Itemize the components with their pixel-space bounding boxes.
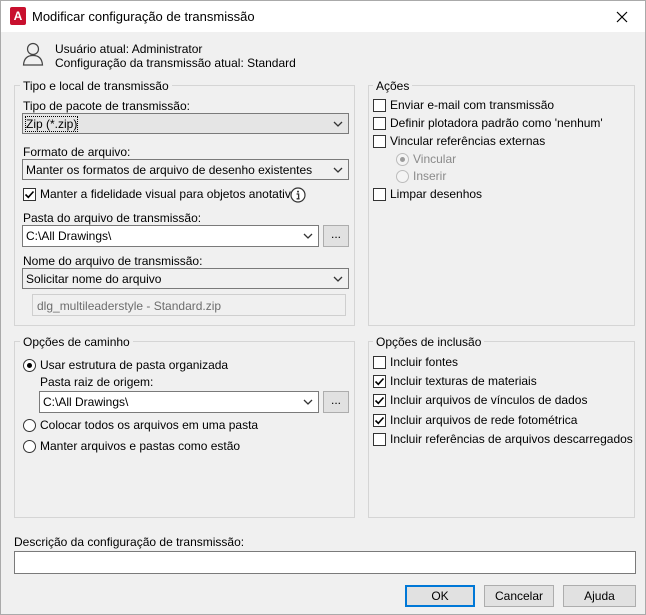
email-checkbox[interactable]: Enviar e-mail com transmissão: [373, 98, 554, 112]
checkbox-box: [373, 98, 386, 112]
bind-xrefs-checkbox[interactable]: Vincular referências externas: [373, 134, 545, 148]
checkbox-box: [373, 116, 386, 130]
include-unloaded-refs-checkbox[interactable]: Incluir referências de arquivos descarre…: [373, 432, 633, 446]
checkbox-box: [373, 355, 386, 369]
checkbox-box: [373, 187, 386, 201]
include-photometric-web-label: Incluir arquivos de rede fotométrica: [390, 413, 578, 427]
checkbox-box: [373, 432, 386, 446]
bind-xrefs-label: Vincular referências externas: [390, 134, 546, 148]
cancel-button[interactable]: Cancelar: [484, 585, 554, 607]
file-format-dropdown[interactable]: Manter os formatos de arquivo de desenho…: [22, 159, 349, 180]
browse-folder-button[interactable]: ...: [323, 225, 349, 247]
keep-as-is-radio[interactable]: Manter arquivos e pastas como estão: [23, 439, 240, 453]
include-material-textures-checkbox[interactable]: Incluir texturas de materiais: [373, 374, 537, 388]
user-icon: [22, 42, 44, 66]
dialog-title: Modificar configuração de transmissão: [32, 9, 255, 24]
actions-group-title: Ações: [373, 79, 413, 93]
transmittal-setup-dialog: A Modificar configuração de transmissão …: [0, 0, 646, 615]
purge-drawings-checkbox[interactable]: Limpar desenhos: [373, 187, 482, 201]
keep-as-is-label: Manter arquivos e pastas como estão: [40, 439, 241, 453]
insert-radio-label: Inserir: [413, 169, 447, 183]
chevron-down-icon: [333, 121, 343, 127]
checkbox-box: [373, 393, 386, 407]
include-unloaded-refs-label: Incluir referências de arquivos descarre…: [390, 432, 633, 446]
checkbox-box: [373, 374, 386, 388]
include-data-links-label: Incluir arquivos de vínculos de dados: [390, 393, 588, 407]
radio-dot: [396, 152, 409, 166]
include-options-group-title: Opções de inclusão: [373, 335, 485, 349]
insert-radio[interactable]: Inserir: [396, 169, 446, 183]
visual-fidelity-checkbox[interactable]: Manter a fidelidade visual para objetos …: [23, 187, 304, 201]
description-input[interactable]: [14, 551, 636, 574]
bind-radio[interactable]: Vincular: [396, 152, 456, 166]
transmittal-filename-value: Solicitar nome do arquivo: [26, 272, 162, 286]
close-icon: [616, 11, 628, 22]
checkbox-box: [373, 413, 386, 427]
browse-source-root-button[interactable]: ...: [323, 391, 349, 413]
path-options-group-title: Opções de caminho: [20, 335, 133, 349]
radio-dot: [396, 169, 409, 183]
include-photometric-web-checkbox[interactable]: Incluir arquivos de rede fotométrica: [373, 413, 577, 427]
radio-dot: [23, 418, 36, 432]
default-plotter-checkbox[interactable]: Definir plotadora padrão como 'nenhum': [373, 116, 603, 130]
bind-radio-label: Vincular: [413, 152, 457, 166]
transmittal-filename-dropdown[interactable]: Solicitar nome do arquivo: [22, 268, 349, 289]
visual-fidelity-label: Manter a fidelidade visual para objetos …: [40, 187, 304, 201]
checkbox-box: [23, 187, 36, 201]
checkmark-icon: [374, 377, 385, 385]
package-type-value: Zip (*.zip): [24, 116, 79, 132]
chevron-down-icon: [303, 233, 313, 239]
ok-button[interactable]: OK: [405, 585, 475, 607]
radio-dot: [23, 439, 36, 453]
source-root-value: C:\All Drawings\: [43, 395, 129, 409]
email-label: Enviar e-mail com transmissão: [390, 98, 555, 112]
checkmark-icon: [374, 396, 385, 404]
checkmark-icon: [374, 416, 385, 424]
include-fonts-label: Incluir fontes: [390, 355, 459, 369]
autocad-app-icon: A: [10, 7, 26, 25]
transmittal-type-group-title: Tipo e local de transmissão: [20, 79, 172, 93]
organized-folder-label: Usar estrutura de pasta organizada: [40, 358, 229, 372]
checkbox-box: [373, 134, 386, 148]
chevron-down-icon: [333, 276, 343, 282]
transmittal-filename-label: Nome do arquivo de transmissão:: [23, 254, 203, 268]
filename-preview-field: dlg_multileaderstyle - Standard.zip: [32, 294, 346, 316]
radio-dot: [23, 358, 36, 372]
close-button[interactable]: [599, 1, 645, 32]
single-folder-radio[interactable]: Colocar todos os arquivos em uma pasta: [23, 418, 258, 432]
description-label: Descrição da configuração de transmissão…: [14, 535, 245, 549]
file-format-label: Formato de arquivo:: [23, 145, 131, 159]
include-material-textures-label: Incluir texturas de materiais: [390, 374, 537, 388]
checkmark-icon: [24, 190, 35, 198]
chevron-down-icon: [303, 399, 313, 405]
purge-drawings-label: Limpar desenhos: [390, 187, 483, 201]
package-type-label: Tipo de pacote de transmissão:: [23, 99, 190, 113]
current-user-text: Usuário atual: Administrator: [55, 42, 203, 56]
include-fonts-checkbox[interactable]: Incluir fontes: [373, 355, 458, 369]
source-root-combo[interactable]: C:\All Drawings\: [39, 391, 319, 413]
help-button[interactable]: Ajuda: [563, 585, 636, 607]
info-icon[interactable]: [290, 187, 306, 203]
transmittal-folder-combo[interactable]: C:\All Drawings\: [22, 225, 319, 247]
filename-preview-value: dlg_multileaderstyle - Standard.zip: [37, 299, 222, 313]
transmittal-folder-value: C:\All Drawings\: [26, 229, 112, 243]
single-folder-label: Colocar todos os arquivos em uma pasta: [40, 418, 259, 432]
organized-folder-radio[interactable]: Usar estrutura de pasta organizada: [23, 358, 228, 372]
package-type-dropdown[interactable]: Zip (*.zip): [22, 113, 349, 134]
file-format-value: Manter os formatos de arquivo de desenho…: [26, 163, 313, 177]
default-plotter-label: Definir plotadora padrão como 'nenhum': [390, 116, 603, 130]
source-root-label: Pasta raiz de origem:: [40, 375, 154, 389]
transmittal-folder-label: Pasta do arquivo de transmissão:: [23, 211, 202, 225]
include-data-links-checkbox[interactable]: Incluir arquivos de vínculos de dados: [373, 393, 587, 407]
chevron-down-icon: [333, 167, 343, 173]
current-setup-text: Configuração da transmissão atual: Stand…: [55, 56, 296, 70]
title-bar: A Modificar configuração de transmissão: [1, 1, 645, 32]
